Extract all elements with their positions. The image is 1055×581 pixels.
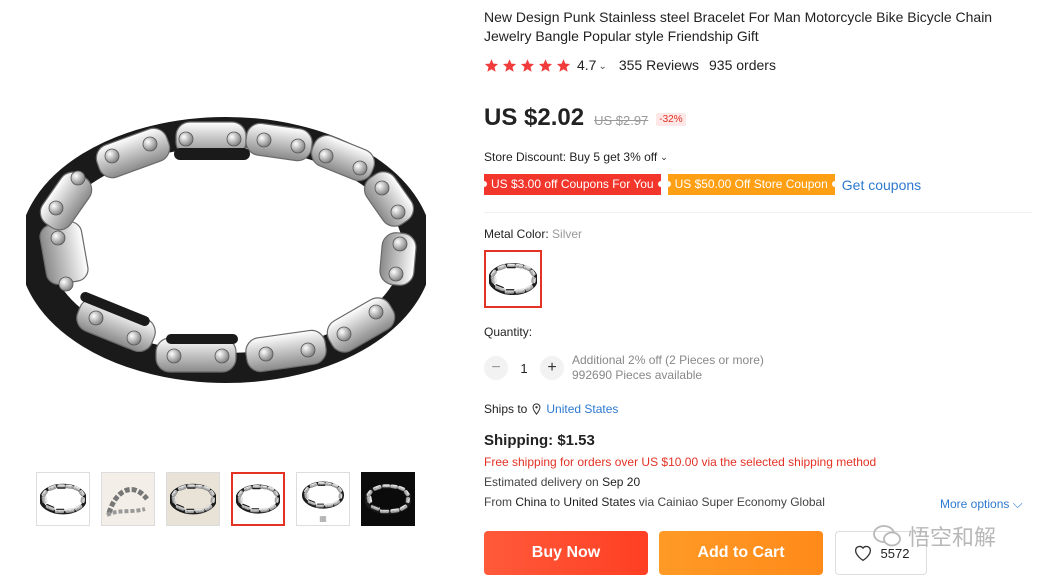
ships-to-label: Ships to (484, 402, 528, 416)
star-icon (538, 58, 553, 72)
delivery-date: Sep 20 (602, 475, 641, 489)
bracelet-thumbnail-icon (301, 481, 345, 509)
bracelet-thumbnail-icon (365, 483, 411, 515)
add-to-cart-button[interactable]: Add to Cart (659, 531, 823, 575)
price-row: US $2.02 US $2.97 -32% (484, 104, 686, 132)
quantity-label: Quantity: (484, 325, 533, 339)
bracelet-thumbnail-icon (236, 484, 280, 514)
from-country: China (515, 495, 547, 509)
product-title: New Design Punk Stainless steel Bracelet… (484, 9, 993, 44)
star-icon (520, 58, 535, 72)
thumbnail-4[interactable] (231, 472, 285, 526)
thumbnail-3[interactable] (166, 472, 220, 526)
metal-color-value: Silver (552, 227, 583, 241)
reviews-count[interactable]: 355 Reviews (619, 57, 699, 73)
thumbnail-5[interactable]: ▦ (296, 472, 350, 526)
store-discount-text: Store Discount: Buy 5 get 3% off (484, 150, 658, 164)
heart-icon (854, 545, 871, 562)
location-pin-icon (532, 403, 541, 415)
bracelet-thumbnail-icon (170, 483, 216, 515)
chevron-down-icon[interactable]: ⌄ (598, 61, 606, 72)
discount-badge: -32% (656, 113, 686, 126)
ships-to: Ships to United States (484, 402, 618, 416)
get-coupons-link[interactable]: Get coupons (842, 177, 921, 193)
quantity-stepper: − 1 + Additional 2% off (2 Pieces or mor… (484, 353, 764, 383)
metal-color-label: Metal Color: Silver (484, 227, 582, 241)
from-prefix: From (484, 495, 512, 509)
bulk-discount-note: Additional 2% off (2 Pieces or more) (572, 353, 764, 367)
estimated-delivery: Estimated delivery on Sep 20 (484, 475, 640, 489)
rating-value[interactable]: 4.7 (577, 57, 596, 73)
wishlist-count: 5572 (880, 545, 910, 561)
chevron-down-icon: ⌄ (660, 151, 668, 162)
more-options-link[interactable]: More options ⌵ (940, 496, 1023, 512)
thumbnail-6[interactable] (361, 472, 415, 526)
store-coupon[interactable]: US $50.00 Off Store Coupon (664, 174, 839, 195)
shipping-route: From China to United States via Cainiao … (484, 495, 825, 509)
divider (484, 212, 1032, 213)
more-options-label: More options (940, 497, 1010, 511)
to-word: to (550, 495, 561, 509)
metal-color-title: Metal Color: (484, 227, 553, 241)
bracelet-image (26, 112, 426, 387)
to-country: United States (563, 495, 636, 509)
store-discount[interactable]: Store Discount: Buy 5 get 3% off ⌄ (484, 150, 668, 164)
bracelet-open-thumbnail-icon (106, 487, 149, 517)
free-shipping-note: Free shipping for orders over US $10.00 … (484, 455, 877, 469)
quantity-decrease-button[interactable]: − (484, 356, 508, 380)
quantity-note: Additional 2% off (2 Pieces or more) 992… (572, 353, 764, 383)
quantity-input[interactable]: 1 (508, 361, 540, 376)
star-icon (502, 58, 517, 72)
main-product-image[interactable] (26, 112, 426, 387)
bracelet-swatch-icon (489, 262, 537, 296)
rating-row: 4.7 ⌄ 355 Reviews 935 orders (484, 57, 776, 73)
color-swatch-silver[interactable] (484, 250, 542, 308)
thumbnail-1[interactable] (36, 472, 90, 526)
thumbnail-tag-icon: ▦ (319, 514, 327, 523)
orders-count: 935 orders (709, 57, 776, 73)
star-icon (556, 58, 571, 72)
star-icon (484, 58, 499, 72)
quantity-increase-button[interactable]: + (540, 356, 564, 380)
shipping-price: Shipping: $1.53 (484, 432, 595, 449)
ships-to-country[interactable]: United States (546, 402, 618, 416)
bracelet-thumbnail-icon (40, 483, 86, 515)
thumbnail-strip: ▦ (36, 472, 415, 526)
rating-stars (484, 58, 571, 73)
shipping-method: via Cainiao Super Economy Global (638, 495, 825, 509)
original-price: US $2.97 (594, 113, 649, 128)
coupon-for-you[interactable]: US $3.00 off Coupons For You (481, 174, 664, 195)
delivery-label: Estimated delivery on (484, 475, 599, 489)
current-price: US $2.02 (484, 104, 585, 131)
buy-now-button[interactable]: Buy Now (484, 531, 648, 575)
coupons-row: US $3.00 off Coupons For You US $50.00 O… (481, 174, 921, 195)
stock-available: 992690 Pieces available (572, 368, 703, 382)
chevron-down-icon: ⌵ (1012, 496, 1023, 511)
thumbnail-2[interactable] (101, 472, 155, 526)
wishlist-button[interactable]: 5572 (835, 531, 927, 575)
